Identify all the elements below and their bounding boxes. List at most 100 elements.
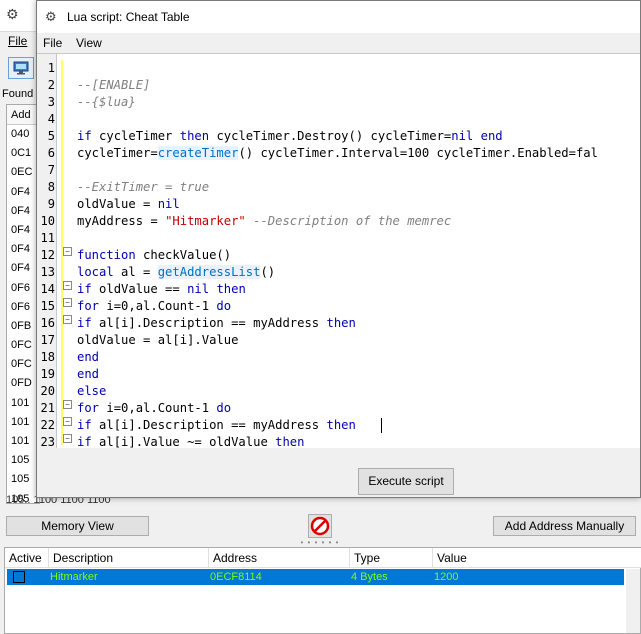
fold-toggle-icon[interactable]: −: [63, 315, 72, 324]
code-line-14: if oldValue == nil then: [77, 282, 246, 296]
found-list-row[interactable]: 040: [7, 125, 39, 144]
line-number: 20: [40, 384, 55, 398]
col-value[interactable]: Value: [433, 548, 640, 568]
found-list-row[interactable]: 0FC: [7, 355, 39, 374]
address-table[interactable]: Active Description Address Type Value Hi…: [4, 547, 641, 634]
found-list-row[interactable]: 0F4: [7, 259, 39, 278]
found-list[interactable]: Add 040 0C1 0EC 0F4 0F4 0F4 0F4 0F4 0F6 0F6 0FB 0FC…: [6, 104, 40, 505]
line-number: 10: [40, 214, 55, 228]
table-row[interactable]: Hitmarker 0ECF8114 4 Bytes 1200: [7, 569, 624, 585]
line-number: 1: [47, 61, 55, 75]
found-list-row[interactable]: 101: [7, 432, 39, 451]
code-line-23: if al[i].Value ~= oldValue then: [77, 435, 305, 448]
found-list-row[interactable]: 0FC: [7, 336, 39, 355]
fold-toggle-icon[interactable]: −: [63, 298, 72, 307]
line-number: 23: [40, 435, 55, 448]
stop-button[interactable]: [308, 514, 332, 538]
fold-toggle-icon[interactable]: −: [63, 417, 72, 426]
execute-script-button[interactable]: Execute script: [358, 468, 454, 495]
menu-view[interactable]: View: [76, 36, 102, 50]
code-line-18: end: [77, 350, 100, 364]
found-label: Found: [2, 88, 34, 100]
col-address[interactable]: Address: [209, 548, 350, 568]
lua-titlebar[interactable]: ⚙ Lua script: Cheat Table: [37, 1, 640, 33]
found-list-row[interactable]: 0F6: [7, 298, 39, 317]
line-number: 18: [40, 350, 55, 364]
code-line-9: oldValue = nil: [77, 197, 180, 211]
code-line-22: if al[i].Description == myAddress then: [77, 418, 356, 432]
line-number: 21: [40, 401, 55, 415]
found-list-header[interactable]: Add: [7, 105, 39, 125]
found-list-row[interactable]: 101: [7, 413, 39, 432]
line-number: 15: [40, 299, 55, 313]
found-list-row[interactable]: 105: [7, 451, 39, 470]
fold-toggle-icon[interactable]: −: [63, 247, 72, 256]
active-checkbox[interactable]: [13, 571, 25, 583]
add-address-button[interactable]: Add Address Manually: [493, 516, 636, 536]
menu-file[interactable]: File: [8, 34, 27, 48]
app-icon: ⚙: [6, 6, 19, 22]
code-line-10: myAddress = "Hitmarker" --Description of…: [77, 214, 452, 228]
line-number: 6: [47, 146, 55, 160]
line-number: 9: [47, 197, 55, 211]
code-line-13: local al = getAddressList(): [77, 265, 276, 279]
found-list-row[interactable]: 0F4: [7, 221, 39, 240]
lua-app-icon: ⚙: [45, 9, 57, 24]
line-number: 22: [40, 418, 55, 432]
line-number: 5: [47, 129, 55, 143]
computer-icon: [13, 61, 29, 75]
code-line-17: oldValue = al[i].Value: [77, 333, 239, 347]
fold-toggle-icon[interactable]: −: [63, 434, 72, 443]
found-list-row[interactable]: 0F4: [7, 202, 39, 221]
line-number: 13: [40, 265, 55, 279]
code-line-16: if al[i].Description == myAddress then: [77, 316, 356, 330]
found-list-row[interactable]: 0F6: [7, 279, 39, 298]
table-scrollbar[interactable]: [626, 569, 640, 633]
splitter-handle[interactable]: • • • • • •: [300, 539, 340, 547]
col-description[interactable]: Description: [49, 548, 209, 568]
row-description: Hitmarker: [50, 571, 98, 583]
code-line-6: cycleTimer=createTimer() cycleTimer.Inte…: [77, 146, 598, 160]
found-list-row[interactable]: 0F4: [7, 240, 39, 259]
menu-file[interactable]: File: [43, 36, 62, 50]
line-number: 16: [40, 316, 55, 330]
line-number: 14: [40, 282, 55, 296]
line-number: 3: [47, 95, 55, 109]
stop-icon: [310, 516, 330, 536]
text-caret: [381, 418, 382, 433]
fold-toggle-icon[interactable]: −: [63, 281, 72, 290]
code-line-19: end: [77, 367, 100, 381]
found-list-row[interactable]: 0EC: [7, 163, 39, 182]
row-address: 0ECF8114: [210, 571, 262, 583]
line-number: 11: [40, 231, 55, 245]
code-line-15: for i=0,al.Count-1 do: [77, 299, 232, 313]
code-line-5: if cycleTimer then cycleTimer.Destroy() …: [77, 129, 503, 143]
line-number: 8: [47, 180, 55, 194]
col-type[interactable]: Type: [350, 548, 433, 568]
fold-toggle-icon[interactable]: −: [63, 400, 72, 409]
line-number: 2: [47, 78, 55, 92]
found-list-row[interactable]: 105: [7, 470, 39, 489]
found-list-row[interactable]: 0C1: [7, 144, 39, 163]
code-line-3: --{$lua}: [77, 95, 136, 109]
open-process-button[interactable]: [8, 57, 34, 79]
row-value: 1200: [434, 571, 459, 583]
code-line-12: function checkValue(): [77, 248, 232, 262]
code-editor[interactable]: 1 2 3 4 5 6 7 8 9 10 11 12 13 14 15 16 17 18 19 20 21 22 23 − …: [37, 53, 640, 448]
found-list-row[interactable]: 0FB: [7, 317, 39, 336]
found-list-row[interactable]: 0F4: [7, 183, 39, 202]
code-line-2: --[ENABLE]: [77, 78, 151, 92]
lua-script-window: ⚙ Lua script: Cheat Table File View 1234…: [36, 0, 641, 498]
lua-menubar: File View: [37, 33, 640, 53]
memory-view-button[interactable]: Memory View: [6, 516, 149, 536]
line-number: 17: [40, 333, 55, 347]
line-number: 19: [40, 367, 55, 381]
code-line-8: --ExitTimer = true: [77, 180, 210, 194]
row-type: 4 Bytes: [351, 571, 388, 583]
line-number: 4: [47, 112, 55, 126]
col-active[interactable]: Active: [5, 548, 49, 568]
found-list-row[interactable]: 0FD: [7, 374, 39, 393]
line-number: 12: [40, 248, 55, 262]
found-list-row[interactable]: 101: [7, 394, 39, 413]
line-number: 7: [47, 163, 55, 177]
